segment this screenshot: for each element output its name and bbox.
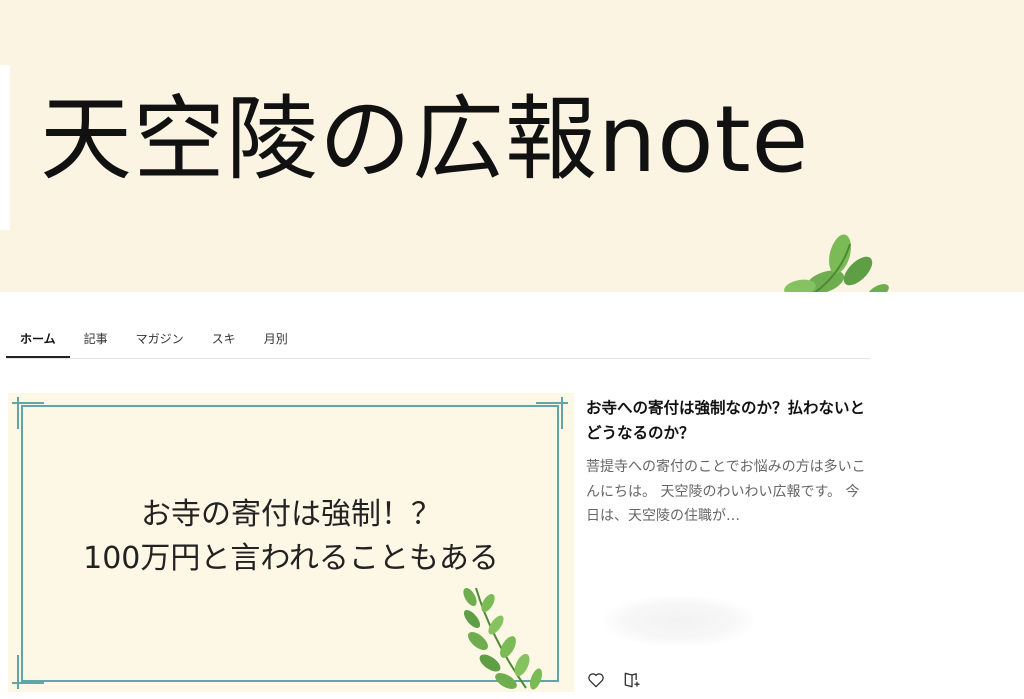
banner-edge [0, 65, 10, 230]
bookmark-icon[interactable] [622, 670, 642, 690]
tab-monthly[interactable]: 月別 [250, 318, 302, 358]
leaf-decoration-icon [784, 234, 889, 292]
author-meta-placeholder [604, 596, 754, 646]
tab-likes[interactable]: スキ [198, 318, 250, 358]
page: 天空陵の広報note ホーム 記事 マガジン スキ 月別 お寺の寄付は強制！？ … [0, 0, 1024, 699]
thumbnail-text: お寺の寄付は強制！？ 100万円と言われることもある [8, 493, 574, 581]
heart-icon[interactable] [586, 670, 606, 690]
tab-magazines[interactable]: マガジン [122, 318, 198, 358]
thumbnail-line-1: お寺の寄付は強制！？ [141, 497, 441, 532]
banner-title: 天空陵の広報note [40, 86, 810, 193]
article-excerpt: 菩提寺への寄付のことでお悩みの方は多いこんにちは。 天空陵のわいわい広報です。 … [586, 459, 866, 524]
article-title[interactable]: お寺への寄付は強制なのか？払わないとどうなるのか？ [586, 396, 868, 446]
tab-articles[interactable]: 記事 [70, 318, 122, 358]
article-actions [586, 670, 642, 690]
article-thumbnail[interactable]: お寺の寄付は強制！？ 100万円と言われることもある [8, 393, 574, 692]
header-banner: 天空陵の広報note [0, 0, 1024, 292]
tab-bar: ホーム 記事 マガジン スキ 月別 [6, 318, 870, 359]
leaf-branch-icon [463, 587, 543, 690]
tab-home[interactable]: ホーム [6, 318, 70, 358]
thumbnail-line-2: 100万円と言われることもある [83, 541, 499, 576]
